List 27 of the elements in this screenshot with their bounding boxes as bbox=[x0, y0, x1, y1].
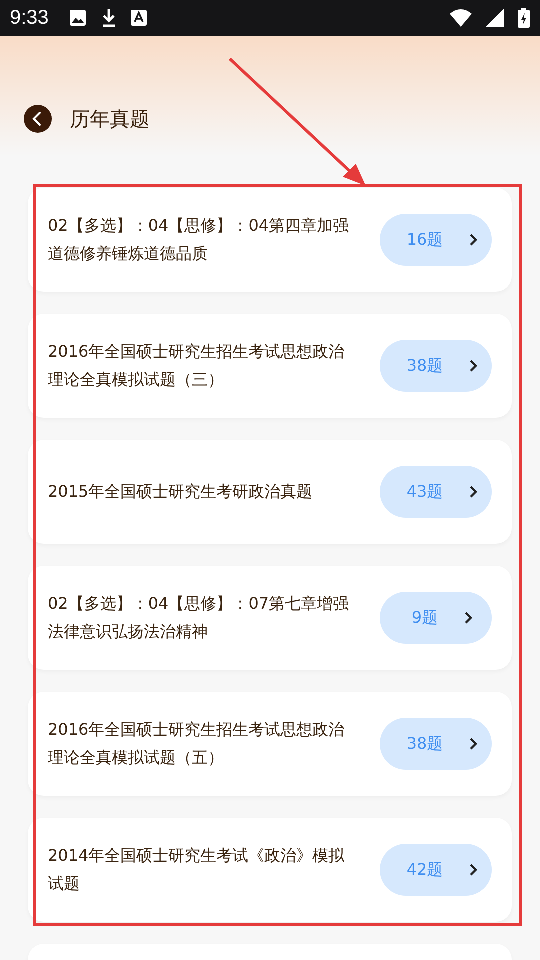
exam-title: 02【多选】：04【思修】：04第四章加强道德修养锤炼道德品质 bbox=[48, 215, 350, 265]
exam-title: 02【多选】：04【思修】：07第七章增强法律意识弘扬法治精神 bbox=[48, 593, 350, 643]
status-time: 9:33 bbox=[10, 6, 49, 30]
exam-card[interactable]: 2016年全国硕士研究生招生考试思想政治理论全真模拟试题（五） 38题 bbox=[28, 692, 512, 796]
chevron-icon bbox=[469, 737, 480, 751]
back-button[interactable] bbox=[24, 105, 52, 133]
image-icon bbox=[68, 9, 87, 27]
exam-card[interactable]: 02【多选】：04【思修】：07第七章增强法律意识弘扬法治精神 9题 bbox=[28, 566, 512, 670]
exam-title: 2015年全国硕士研究生考研政治真题 bbox=[48, 481, 314, 503]
exam-card[interactable]: 2014年全国硕士研究生考试《政治》模拟试题 42题 bbox=[28, 818, 512, 922]
font-icon bbox=[130, 10, 147, 26]
chevron-icon bbox=[469, 485, 480, 499]
download-icon bbox=[100, 8, 117, 28]
exam-card[interactable]: 2015年全国硕士研究生考研政治真题 43题 bbox=[28, 440, 512, 544]
chevron-icon bbox=[469, 863, 480, 877]
exam-card[interactable]: 02【多选】：04【思修】：04第四章加强道德修养锤炼道德品质 16题 bbox=[28, 188, 512, 292]
chevron-icon bbox=[469, 359, 480, 373]
exam-card[interactable]: 2016年全国硕士研究生招生考试思想政治理论全真模拟试题（三） 38题 bbox=[28, 314, 512, 418]
chevron-icon bbox=[464, 611, 474, 625]
exam-title: 2016年全国硕士研究生招生考试思想政治理论全真模拟试题（五） bbox=[48, 719, 346, 769]
exam-title: 2014年全国硕士研究生考试《政治》模拟试题 bbox=[48, 845, 346, 895]
battery-icon bbox=[518, 8, 530, 28]
page-title: 历年真题 bbox=[70, 106, 150, 132]
exam-title: 2016年全国硕士研究生招生考试思想政治理论全真模拟试题（三） bbox=[48, 341, 346, 391]
chevron-icon bbox=[469, 233, 480, 247]
signal-icon bbox=[486, 9, 504, 27]
wifi-icon bbox=[450, 9, 472, 27]
